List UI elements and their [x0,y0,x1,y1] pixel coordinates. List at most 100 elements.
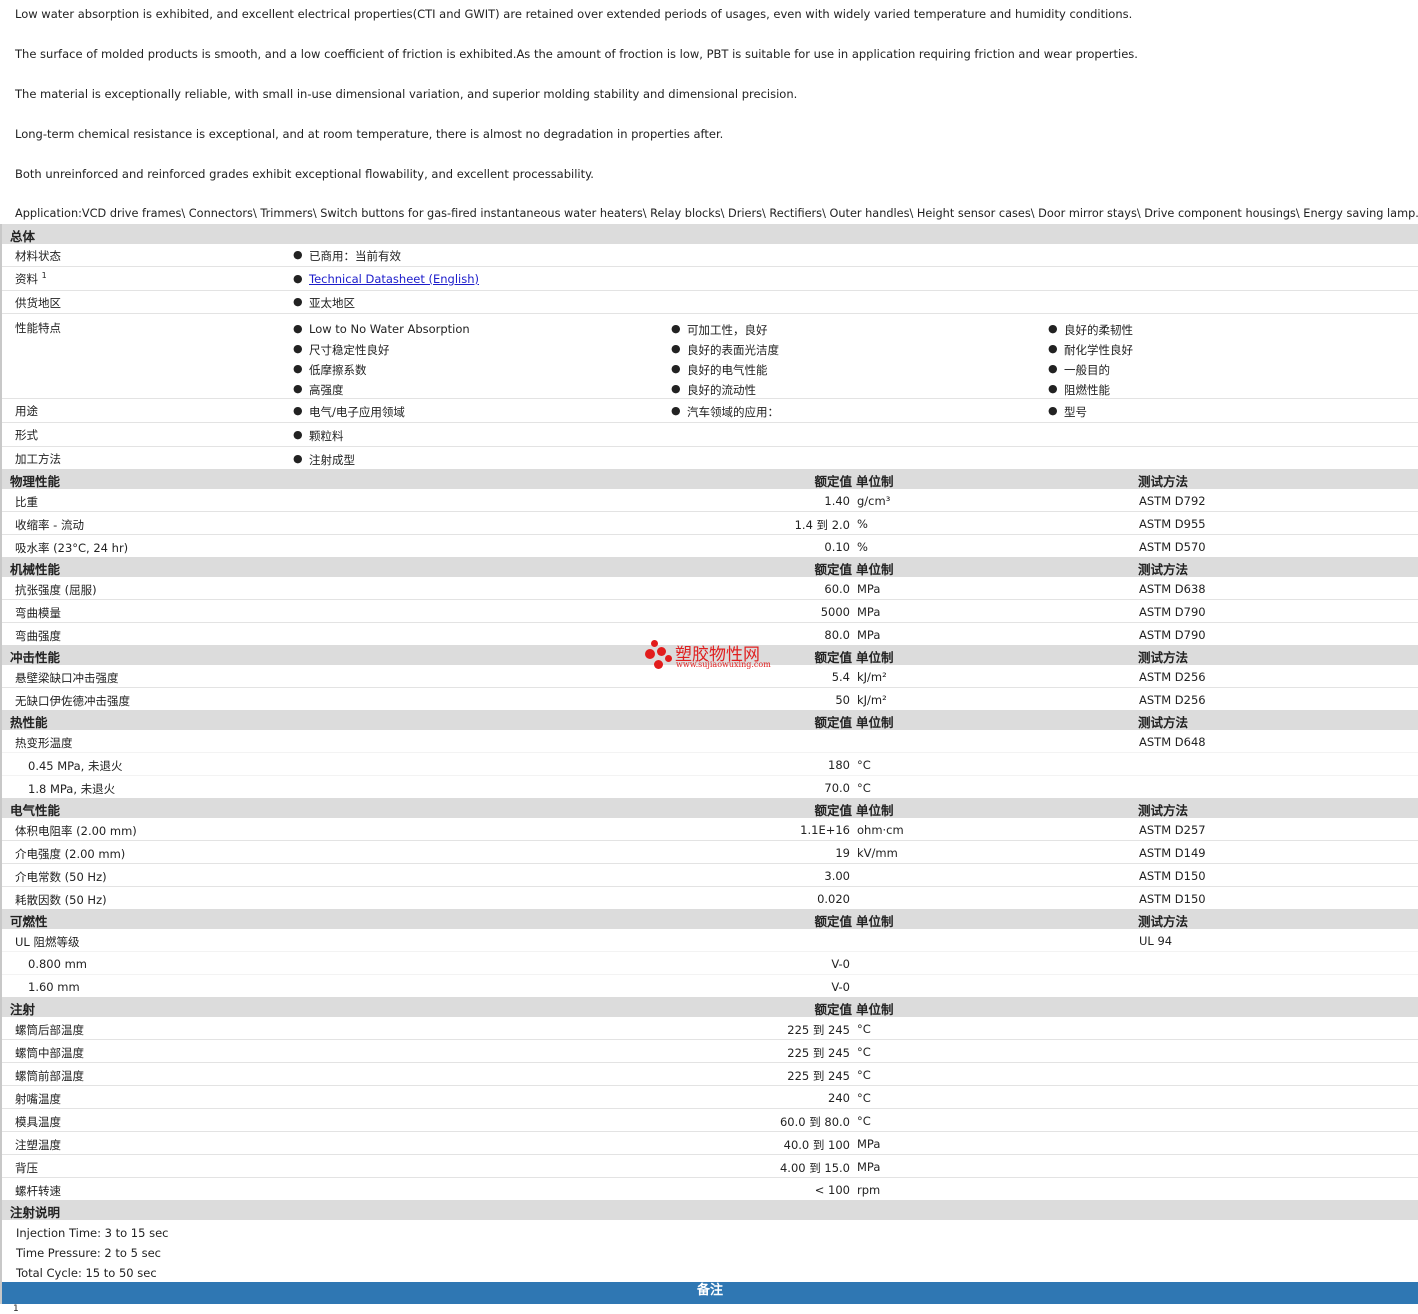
table-row: 吸水率 (23°C, 24 hr) 0.10% ASTM D570 [2,535,1418,557]
column-header-value: 额定值 [814,715,852,730]
column-header-method: 测试方法 [1138,650,1189,665]
datasheet-link[interactable]: Technical Datasheet (English) [309,272,479,286]
section-title: 注射 [10,1002,36,1017]
row-value: 1.4 到 2.0 [794,518,850,532]
row-value: 50 [835,693,850,707]
property-label: 形式 [15,428,38,442]
row-name: 比重 [15,495,38,509]
watermark-url: www.sujiaowuxing.com [676,660,771,669]
row-value: 60.0 到 80.0 [779,1115,850,1129]
watermark-logo: 塑胶物性网 www.sujiaowuxing.com [645,638,785,674]
column-header-unit: 单位制 [856,914,894,929]
footnote-number: 1 [13,1304,19,1314]
list-item-text: 一般目的 [1064,363,1110,377]
row-name: 介电强度 (2.00 mm) [15,847,126,861]
bullet-icon: ● [1048,322,1058,335]
row-method: ASTM D955 [1139,517,1206,531]
row-unit: °C [857,1068,871,1082]
row-value: V-0 [831,957,850,971]
bullet-icon: ● [293,272,303,285]
row-value: 1.1E+16 [800,823,850,837]
property-row-region: 供货地区 ● 亚太地区 [2,291,1418,314]
section-header-injection-notes: 注射说明 [2,1200,1418,1220]
list-item-text: 良好的柔韧性 [1064,323,1133,337]
intro-paragraph: The material is exceptionally reliable, … [15,87,798,101]
row-unit: °C [857,1022,871,1036]
list-item-text: 颗粒料 [309,429,344,443]
row-name: 弯曲强度 [15,629,61,643]
column-header-method: 测试方法 [1138,914,1189,929]
list-item: ● 可加工性，良好 [671,322,768,338]
row-name: 无缺口伊佐德冲击强度 [15,694,130,708]
property-row-processing: 加工方法 ● 注射成型 [2,447,1418,469]
list-item: ● Technical Datasheet (English) [293,272,479,286]
intro-paragraph: Both unreinforced and reinforced grades … [15,167,594,181]
property-label: 加工方法 [15,452,61,466]
bullet-icon: ● [671,342,681,355]
table-row: 比重 1.40 g/cm³ ASTM D792 [2,489,1418,512]
row-unit: °C [857,781,871,795]
list-item-text: 尺寸稳定性良好 [309,343,390,357]
bullet-icon: ● [293,248,303,261]
row-name: 悬壁梁缺口冲击强度 [15,671,119,685]
list-item: ● 已商用：当前有效 [293,248,401,264]
list-item: ● 一般目的 [1048,362,1110,378]
list-item: ● 良好的电气性能 [671,362,768,378]
table-row: UL 阻燃等级 UL 94 [2,929,1418,952]
property-row-status: 材料状态 ● 已商用：当前有效 [2,244,1418,267]
list-item-text: 高强度 [309,383,344,397]
row-name: 螺筒前部温度 [15,1069,84,1083]
list-item-text: 阻燃性能 [1064,383,1110,397]
list-item-text: 可加工性，良好 [687,323,768,337]
table-row: 收缩率 - 流动 1.4 到 2.0% ASTM D955 [2,512,1418,535]
row-name: 模具温度 [15,1115,61,1129]
property-row-form: 形式 ● 颗粒料 [2,423,1418,447]
property-label: 用途 [15,404,38,418]
row-method: ASTM D648 [1139,735,1206,749]
list-item: ● 注射成型 [293,452,355,468]
row-value: 19 [835,846,850,860]
row-value: 80.0 [824,628,850,642]
list-item-text: 汽车领域的应用： [687,405,779,419]
list-item-text: 良好的表面光洁度 [687,343,779,357]
row-value: < 100 [814,1183,850,1197]
intro-paragraph: Long-term chemical resistance is excepti… [15,127,724,141]
row-name: 体积电阻率 (2.00 mm) [15,824,137,838]
list-item: ● 尺寸稳定性良好 [293,342,390,358]
datasheet-table: 总体 材料状态 ● 已商用：当前有效 资料 1 ● Technical Datash… [0,224,1418,1304]
column-header-value: 额定值 [814,1002,852,1017]
row-name: 0.45 MPa, 未退火 [28,759,123,773]
remarks-header: 备注 [2,1282,1418,1304]
row-name: 射嘴温度 [15,1092,61,1106]
table-row: 注塑温度 40.0 到 100 MPa [2,1132,1418,1155]
row-method: ASTM D150 [1139,892,1206,906]
row-name: 注塑温度 [15,1138,61,1152]
row-method: ASTM D149 [1139,846,1206,860]
bullet-icon: ● [293,322,303,335]
section-header-flammability: 可燃性 额定值 单位制 测试方法 [2,909,1418,929]
bullet-icon: ● [293,404,303,417]
row-method: UL 94 [1139,934,1173,948]
bullet-icon: ● [293,452,303,465]
column-header-value: 额定值 [814,803,852,818]
column-header-unit: 单位制 [856,474,894,489]
note-line: Time Pressure: 2 to 5 sec [16,1246,161,1260]
row-unit: % [857,540,868,554]
row-name: 热变形温度 [15,736,73,750]
row-value: 225 到 245 [787,1069,850,1083]
row-value: 180 [828,758,850,772]
row-method: ASTM D790 [1139,605,1206,619]
row-name: 背压 [15,1161,38,1175]
list-item-text: 良好的流动性 [687,383,756,397]
table-row: 介电常数 (50 Hz) 3.00 ASTM D150 [2,864,1418,887]
list-item: ● Low to No Water Absorption [293,322,470,336]
row-name: 介电常数 (50 Hz) [15,870,107,884]
bullet-icon: ● [1048,382,1058,395]
footnote-marker: 1 [41,271,47,281]
logo-dot [665,655,672,662]
column-header-value: 额定值 [814,474,852,489]
section-header-mechanical: 机械性能 额定值 单位制 测试方法 [2,557,1418,577]
bullet-icon: ● [1048,342,1058,355]
bullet-icon: ● [671,362,681,375]
row-method: ASTM D256 [1139,670,1206,684]
